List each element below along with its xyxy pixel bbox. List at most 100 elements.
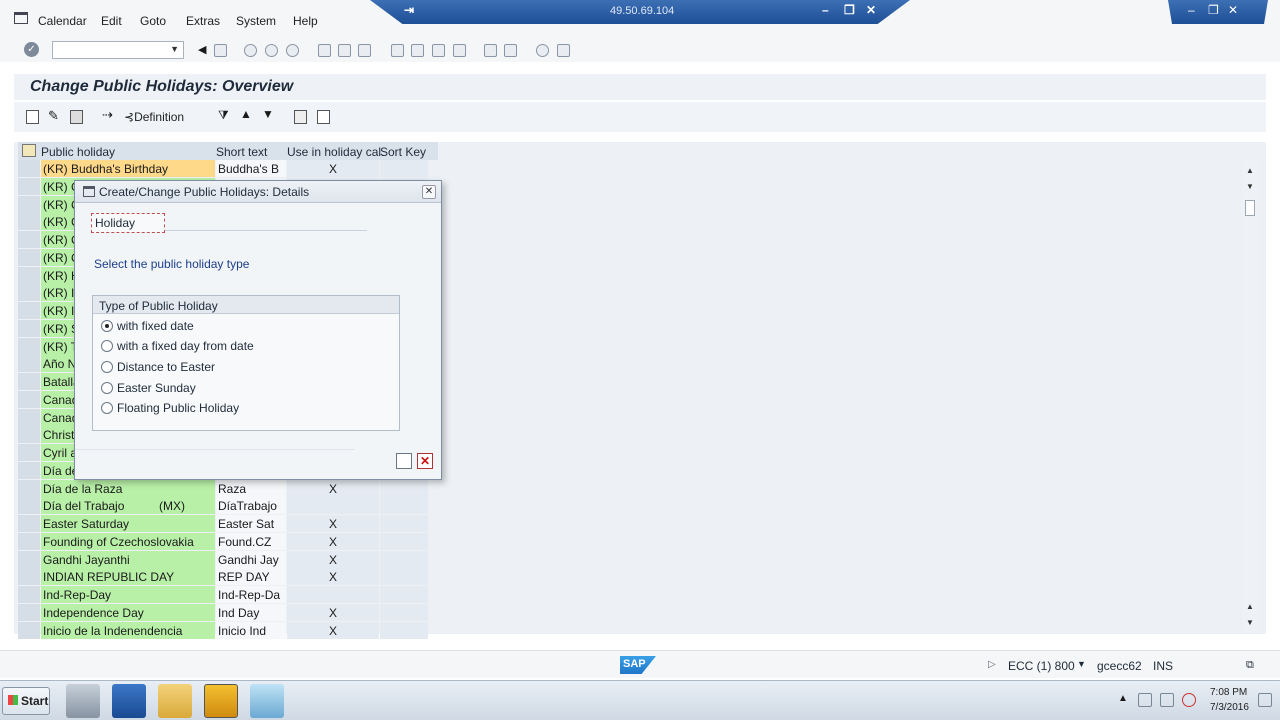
previous-page-icon[interactable] (411, 44, 424, 57)
cell-use-in-holiday-cal[interactable]: X (287, 515, 379, 532)
row-selector[interactable] (18, 408, 40, 426)
select-all-icon[interactable] (294, 110, 307, 124)
cell-sort-key[interactable] (380, 586, 428, 603)
find-next-icon[interactable] (358, 44, 371, 57)
cell-short-text[interactable]: Gandhi Jay (216, 550, 286, 568)
cell-public-holiday[interactable]: Easter Saturday (41, 515, 215, 532)
play-icon[interactable]: ▷ (988, 659, 996, 670)
tab-holiday[interactable]: Holiday (91, 213, 165, 233)
help-icon[interactable] (536, 44, 549, 57)
row-selector[interactable] (18, 337, 40, 355)
row-selector[interactable] (18, 195, 40, 213)
deselect-all-icon[interactable] (317, 110, 330, 124)
row-selector[interactable] (18, 603, 40, 621)
scroll-down-icon[interactable]: ▼ (1246, 182, 1254, 191)
cell-short-text[interactable]: DíaTrabajo (216, 497, 286, 515)
cell-sort-key[interactable] (380, 568, 428, 586)
row-selector[interactable] (18, 461, 40, 479)
cell-use-in-holiday-cal[interactable] (287, 586, 379, 603)
definition-button[interactable]: ⊰Definition (124, 110, 184, 124)
move-icon[interactable]: ⇢ (102, 107, 115, 122)
table-row[interactable]: Inicio de la Indenendencia Inicio Ind X (18, 621, 438, 640)
cell-use-in-holiday-cal[interactable]: X (287, 568, 379, 586)
row-selector[interactable] (18, 160, 40, 177)
radio-button[interactable] (101, 340, 113, 352)
sort-ascending-icon[interactable]: ▲ (240, 107, 253, 121)
enter-icon[interactable]: ✓ (24, 42, 39, 57)
cell-short-text[interactable]: Ind-Rep-Da (216, 586, 286, 603)
restore-icon[interactable]: ❐ (844, 3, 855, 17)
row-selector[interactable] (18, 390, 40, 408)
row-selector[interactable] (18, 532, 40, 550)
last-page-icon[interactable] (453, 44, 466, 57)
menu-calendar[interactable]: Calendar (38, 14, 87, 28)
sap-gui-icon[interactable] (250, 684, 284, 718)
cancel-icon[interactable] (286, 44, 299, 57)
cancel-button[interactable]: ✕ (417, 453, 433, 469)
header-public-holiday[interactable]: Public holiday (41, 145, 115, 159)
cell-short-text[interactable]: Buddha's B (216, 160, 286, 177)
row-selector[interactable] (18, 319, 40, 337)
minimize-icon[interactable]: – (822, 3, 829, 17)
show-desktop-icon[interactable] (1258, 693, 1272, 707)
new-entries-icon[interactable] (26, 110, 39, 124)
cell-public-holiday[interactable]: Founding of Czechoslovakia (41, 532, 215, 550)
layout-icon[interactable]: ⧉ (1246, 659, 1254, 672)
row-selector[interactable] (18, 266, 40, 284)
table-row[interactable]: Día del Trabajo (MX) DíaTrabajo (18, 497, 438, 515)
row-selector[interactable] (18, 177, 40, 195)
table-row[interactable]: Día de la Raza Raza X (18, 479, 438, 498)
cell-public-holiday[interactable]: Día del Trabajo (MX) (41, 497, 215, 515)
find-icon[interactable] (338, 44, 351, 57)
cell-public-holiday[interactable]: (KR) Buddha's Birthday (41, 160, 215, 177)
start-button[interactable]: Start (2, 687, 50, 715)
show-hidden-icons-icon[interactable]: ▲ (1118, 693, 1132, 707)
scroll-up-icon[interactable]: ▲ (1246, 602, 1254, 611)
table-row[interactable]: Gandhi Jayanthi Gandhi Jay X (18, 550, 438, 569)
cell-short-text[interactable]: Raza (216, 479, 286, 497)
cell-public-holiday[interactable]: Ind-Rep-Day (41, 586, 215, 603)
radio-button[interactable] (101, 361, 113, 373)
cell-sort-key[interactable] (380, 515, 428, 532)
header-use-in-holiday-cal[interactable]: Use in holiday cal. (287, 145, 384, 159)
cell-public-holiday[interactable]: Día de la Raza (41, 479, 215, 497)
trash-icon[interactable] (70, 110, 83, 124)
row-selector[interactable] (18, 426, 40, 444)
cell-public-holiday[interactable]: Gandhi Jayanthi (41, 550, 215, 568)
radio-button[interactable] (101, 382, 113, 394)
dialog-title-bar[interactable]: Create/Change Public Holidays: Details ✕ (75, 181, 441, 203)
volume-muted-icon[interactable] (1182, 693, 1196, 707)
row-selector[interactable] (18, 568, 40, 586)
pin-icon[interactable]: ⇥ (404, 3, 414, 17)
table-row[interactable]: Founding of Czechoslovakia Found.CZ X (18, 532, 438, 551)
print-icon[interactable] (318, 44, 331, 57)
restore-icon[interactable]: ❐ (1208, 3, 1219, 17)
row-selector[interactable] (18, 373, 40, 390)
table-row[interactable]: Easter Saturday Easter Sat X (18, 515, 438, 533)
system-info[interactable]: ECC (1) 800 (1008, 659, 1075, 673)
header-sort-key[interactable]: Sort Key (380, 145, 426, 159)
row-selector[interactable] (18, 231, 40, 248)
new-session-icon[interactable] (484, 44, 497, 57)
radio-button[interactable] (101, 402, 113, 414)
pencil-icon[interactable]: ✎ (48, 108, 61, 123)
close-icon[interactable]: ✕ (866, 3, 876, 17)
row-selector[interactable] (18, 497, 40, 515)
cell-use-in-holiday-cal[interactable]: X (287, 621, 379, 639)
back-icon[interactable]: ◀ (198, 43, 211, 56)
scroll-thumb[interactable] (1245, 200, 1255, 216)
row-selector[interactable] (18, 550, 40, 568)
close-icon[interactable]: ✕ (422, 185, 436, 199)
cell-sort-key[interactable] (380, 479, 428, 497)
chevron-down-icon[interactable]: ▼ (170, 44, 179, 54)
scroll-up-icon[interactable]: ▲ (1246, 166, 1254, 175)
row-selector[interactable] (18, 284, 40, 302)
flag-icon[interactable] (1138, 693, 1152, 707)
row-selector[interactable] (18, 213, 40, 231)
cell-sort-key[interactable] (380, 550, 428, 568)
row-selector[interactable] (18, 515, 40, 532)
folder-icon[interactable] (158, 684, 192, 718)
server-manager-icon[interactable] (66, 684, 100, 718)
next-page-icon[interactable] (432, 44, 445, 57)
row-selector[interactable] (18, 444, 40, 461)
